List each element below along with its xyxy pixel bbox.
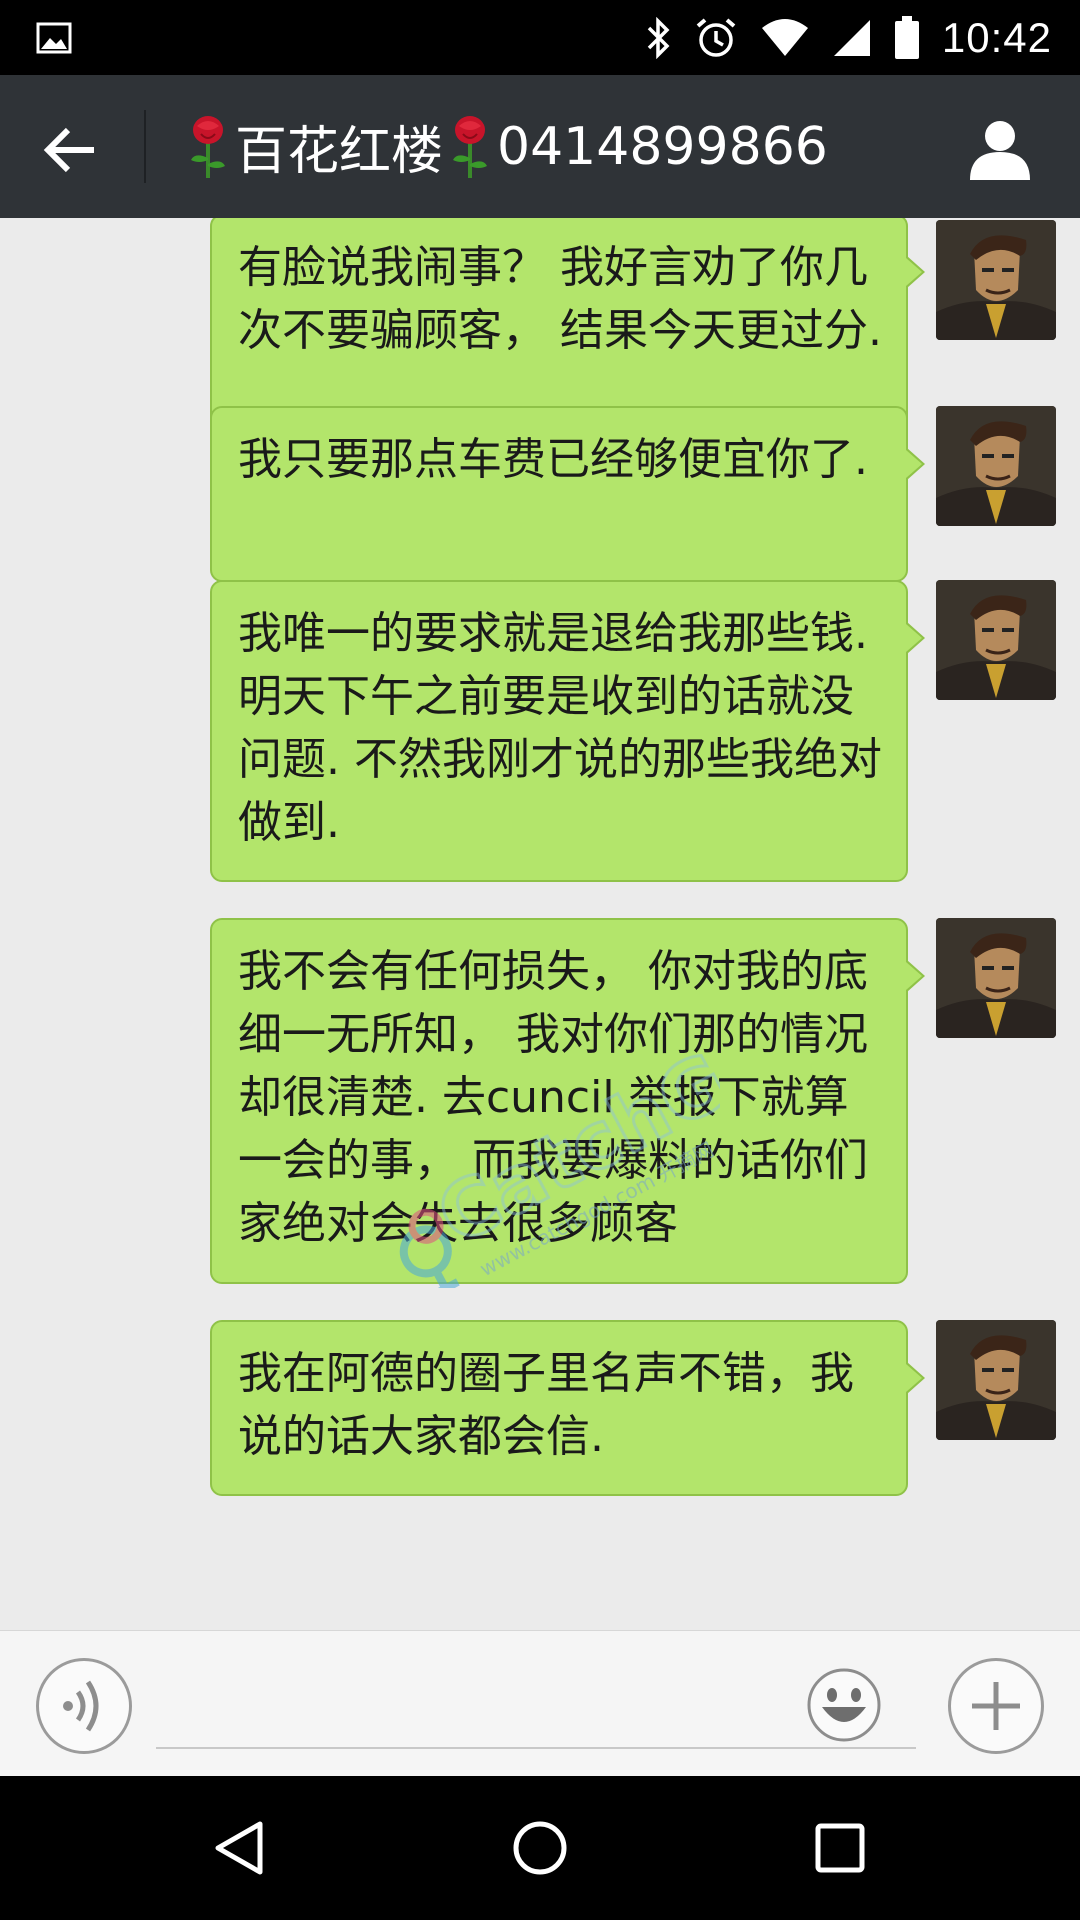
wifi-icon	[761, 18, 808, 56]
emoji-button[interactable]	[806, 1667, 882, 1743]
contact-phone: 0414899866	[497, 116, 828, 177]
chat-area[interactable]: 有脸说我闹事？ 我好言劝了你几次不要骗顾客， 结果今天更过分. 我只要那点车费已…	[0, 218, 1080, 1630]
avatar[interactable]	[936, 220, 1056, 340]
recents-square-icon	[815, 1823, 865, 1873]
rose-icon	[191, 115, 225, 178]
message-bubble[interactable]: 我在阿德的圈子里名声不错，我说的话大家都会信.	[210, 1320, 925, 1496]
avatar-portrait	[936, 918, 1056, 1038]
profile-button[interactable]	[960, 110, 1040, 190]
nav-recents-button[interactable]	[800, 1808, 880, 1888]
app-bar-divider	[144, 110, 146, 183]
avatar[interactable]	[936, 1320, 1056, 1440]
voice-button[interactable]	[36, 1658, 132, 1754]
status-bar: 10:42	[0, 0, 1080, 75]
emoji-icon	[807, 1668, 881, 1742]
avatar[interactable]	[936, 918, 1056, 1038]
plus-icon	[972, 1682, 1020, 1730]
back-button[interactable]	[30, 110, 110, 190]
app-bar: 百花红楼 0414899866	[0, 75, 1080, 218]
signal-icon	[833, 19, 870, 56]
avatar[interactable]	[936, 580, 1056, 700]
gallery-icon	[36, 22, 72, 54]
system-nav-bar	[0, 1776, 1080, 1920]
message-bubble[interactable]: 我只要那点车费已经够便宜你了.	[210, 406, 925, 582]
bluetooth-icon	[647, 16, 670, 59]
back-triangle-icon	[215, 1821, 263, 1875]
nav-back-button[interactable]	[200, 1808, 280, 1888]
message-input[interactable]	[156, 1665, 916, 1749]
message-bubble[interactable]: 我唯一的要求就是退给我那些钱. 明天下午之前要是收到的话就没问题. 不然我刚才说…	[210, 580, 925, 882]
person-icon	[970, 121, 1030, 180]
avatar-portrait	[936, 1320, 1056, 1440]
home-circle-icon	[513, 1821, 567, 1875]
message-bubble[interactable]: 我不会有任何损失， 你对我的底细一无所知， 我对你们那的情况却很清楚. 去cun…	[210, 918, 925, 1284]
rose-icon	[453, 115, 488, 178]
input-bar	[0, 1630, 1080, 1776]
avatar[interactable]	[936, 406, 1056, 526]
arrow-left-icon	[43, 127, 94, 173]
chat-title: 百花红楼 0414899866	[185, 75, 828, 218]
voice-icon	[63, 1680, 99, 1732]
nav-home-button[interactable]	[500, 1808, 580, 1888]
add-button[interactable]	[948, 1658, 1044, 1754]
avatar-portrait	[936, 580, 1056, 700]
battery-icon	[894, 15, 919, 59]
clock: 10:42	[941, 13, 1052, 61]
avatar-portrait	[936, 220, 1056, 340]
contact-name: 百花红楼	[235, 122, 444, 182]
status-icons: 10:42	[646, 0, 1052, 75]
alarm-icon	[696, 17, 736, 57]
avatar-portrait	[936, 406, 1056, 526]
